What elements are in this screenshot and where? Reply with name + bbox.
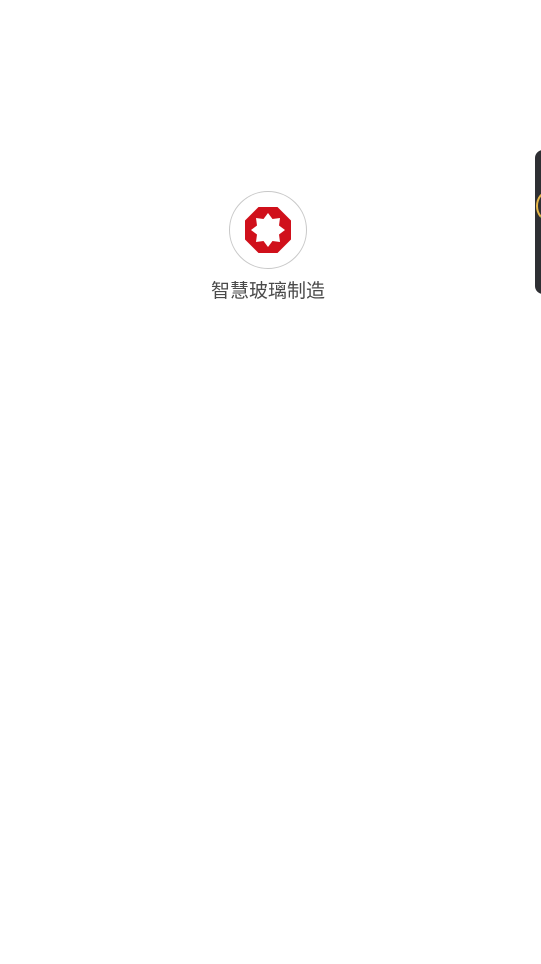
floating-assistive-panel[interactable] bbox=[535, 150, 541, 294]
app-icon-smart-glass[interactable] bbox=[229, 191, 307, 269]
app-label[interactable]: 智慧玻璃制造 bbox=[0, 279, 536, 303]
octagon-star-logo-icon bbox=[245, 207, 291, 253]
assistive-ball-icon[interactable] bbox=[536, 191, 541, 221]
